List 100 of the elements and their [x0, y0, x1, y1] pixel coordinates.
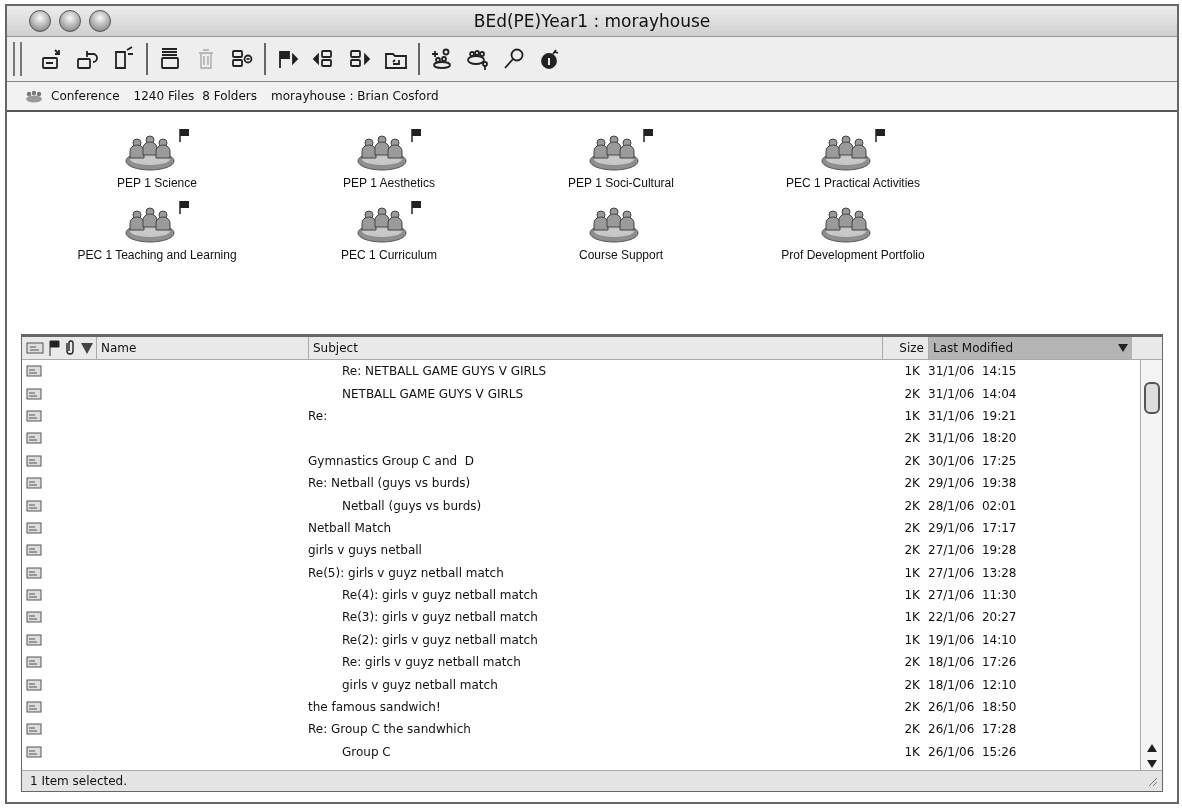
scroll-down-icon[interactable] — [1146, 760, 1157, 768]
window-title: BEd(PE)Year1 : morayhouse — [473, 11, 711, 31]
conference-label[interactable]: PEP 1 Aesthetics — [343, 176, 435, 190]
size-cell: 2K — [904, 386, 920, 401]
size-cell: 2K — [904, 722, 920, 737]
date-cell: 19/1/06 14:10 — [928, 632, 1017, 647]
toolbar-grip[interactable] — [13, 42, 22, 76]
conference-label[interactable]: Prof Development Portfolio — [781, 248, 925, 262]
message-icon — [26, 454, 42, 467]
message-icon — [26, 342, 44, 354]
size-cell: 2K — [904, 431, 920, 446]
message-icon — [26, 521, 42, 534]
subject-cell-text: Group C — [341, 744, 392, 759]
minimize-button[interactable] — [59, 10, 81, 32]
zoom-button[interactable] — [89, 10, 111, 32]
size-cell: 2K — [904, 700, 920, 715]
dropdown-arrow-icon[interactable] — [1118, 344, 1128, 352]
file-count: 1240 Files — [133, 89, 195, 103]
column-header[interactable]: Subject — [308, 337, 882, 359]
size-cell: 1K — [904, 610, 920, 625]
subject-cell-text: the famous sandwich! — [307, 700, 442, 715]
resize-grip-icon[interactable] — [1146, 775, 1158, 787]
close-button[interactable] — [29, 10, 51, 32]
subject-cell-text: Netball Match — [307, 520, 393, 535]
subject-cell-text: girls v guys netball — [307, 543, 423, 558]
paperclip-icon — [64, 340, 76, 356]
message-icon — [26, 656, 42, 669]
size-cell: 2K — [904, 655, 920, 670]
conference-label[interactable]: PEC 1 Practical Activities — [785, 176, 920, 190]
message-icon — [26, 589, 42, 602]
size-cell: 2K — [904, 476, 920, 491]
subject-cell-text: Re(2): girls v guyz netball match — [341, 632, 539, 647]
subject-cell-text: Re: girls v guyz netball match — [341, 655, 522, 670]
message-icon — [26, 499, 42, 512]
message-icon — [26, 723, 42, 736]
date-cell: 29/1/06 17:17 — [928, 520, 1017, 535]
size-cell: 2K — [904, 543, 920, 558]
date-cell: 28/1/06 02:01 — [928, 498, 1017, 513]
message-icon — [26, 566, 42, 579]
date-cell: 31/1/06 14:15 — [928, 364, 1017, 379]
date-cell: 31/1/06 19:21 — [928, 408, 1017, 423]
scroll-up-icon[interactable] — [1146, 744, 1157, 752]
date-cell: 31/1/06 18:20 — [928, 431, 1017, 446]
message-icon — [26, 409, 42, 422]
size-cell: 1K — [904, 588, 920, 603]
message-icon — [26, 745, 42, 758]
date-cell: 30/1/06 17:25 — [928, 453, 1017, 468]
message-icon — [26, 544, 42, 557]
subject-cell-text: Re(3): girls v guyz netball match — [341, 610, 539, 625]
subject-cell-text: girls v guyz netball match — [341, 677, 499, 692]
date-cell: 31/1/06 14:04 — [928, 386, 1017, 401]
date-cell: 27/1/06 11:30 — [928, 588, 1017, 603]
conference-label[interactable]: PEP 1 Soci-Cultural — [568, 176, 674, 190]
column-header[interactable]: Last Modified — [928, 337, 1132, 359]
subject-cell-text: Re(4): girls v guyz netball match — [341, 588, 539, 603]
date-cell: 27/1/06 19:28 — [928, 543, 1017, 558]
date-cell: 29/1/06 19:38 — [928, 476, 1017, 491]
date-cell: 26/1/06 17:28 — [928, 722, 1017, 737]
conference-label[interactable]: PEC 1 Teaching and Learning — [77, 248, 237, 262]
status-text: 1 Item selected. — [30, 774, 128, 788]
message-icon — [26, 365, 42, 378]
message-icon — [26, 432, 42, 445]
conference-label[interactable]: Course Support — [578, 248, 663, 262]
conference-label: Conference — [51, 89, 120, 103]
flag-icon — [48, 340, 60, 356]
date-cell: 18/1/06 12:10 — [928, 677, 1017, 692]
date-cell: 22/1/06 20:27 — [928, 610, 1017, 625]
column-header[interactable]: Name — [96, 337, 308, 359]
size-cell: 1K — [904, 408, 920, 423]
size-cell: 2K — [904, 453, 920, 468]
message-icon — [26, 387, 42, 400]
size-cell: 1K — [904, 632, 920, 647]
date-cell: 27/1/06 13:28 — [928, 565, 1017, 580]
date-cell: 26/1/06 15:26 — [928, 744, 1017, 759]
size-cell: 2K — [904, 520, 920, 535]
conference-icon — [25, 89, 43, 103]
size-cell: 2K — [904, 498, 920, 513]
size-cell: 1K — [904, 364, 920, 379]
subject-cell-text: Re: Netball (guys vs burds) — [307, 476, 472, 491]
subject-cell-text: Netball (guys vs burds) — [341, 498, 483, 513]
date-cell: 18/1/06 17:26 — [928, 655, 1017, 670]
size-cell: 1K — [904, 744, 920, 759]
message-icon — [26, 477, 42, 490]
subject-cell-text: Re: Group C the sandwhich — [307, 722, 472, 737]
message-icon — [26, 633, 42, 646]
location-label: morayhouse : Brian Cosford — [271, 89, 439, 103]
sort-arrow-icon[interactable] — [80, 341, 94, 355]
conference-label[interactable]: PEP 1 Science — [117, 176, 197, 190]
scrollbar[interactable] — [1140, 360, 1162, 770]
message-icon — [26, 611, 42, 624]
message-icon — [26, 678, 42, 691]
message-icon — [26, 701, 42, 714]
subject-cell-text: Re: — [307, 408, 329, 423]
folder-count: 8 Folders — [202, 89, 258, 103]
subject-cell-text: Gymnastics Group C and D — [307, 453, 475, 468]
conference-label[interactable]: PEC 1 Curriculum — [341, 248, 437, 262]
size-cell: 1K — [904, 565, 920, 580]
date-cell: 26/1/06 18:50 — [928, 700, 1017, 715]
subject-cell-text: NETBALL GAME GUYS V GIRLS — [341, 386, 525, 401]
scroll-thumb[interactable] — [1143, 382, 1160, 414]
